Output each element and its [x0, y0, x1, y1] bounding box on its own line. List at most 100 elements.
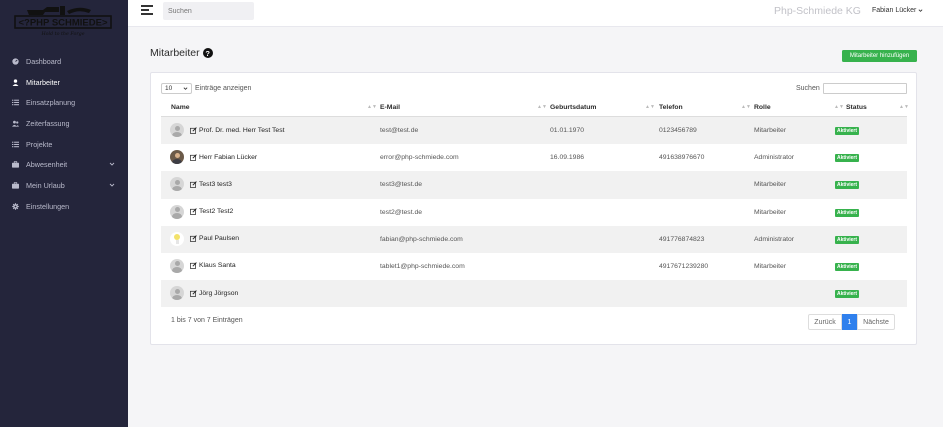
sidebar-item-einsatzplanung[interactable]: Einsatzplanung	[0, 92, 128, 113]
edit-icon[interactable]	[190, 181, 197, 188]
sidebar-item-zeiterfassung[interactable]: Zeiterfassung	[0, 113, 128, 134]
sidebar-item-label: Projekte	[26, 139, 53, 149]
name-cell: Prof. Dr. med. Herr Test Test	[170, 123, 285, 137]
gear-icon	[11, 202, 19, 210]
column-header-name[interactable]: Name	[171, 104, 190, 111]
sidebar-item-einstellungen[interactable]: Einstellungen	[0, 196, 128, 217]
column-header-phone[interactable]: Telefon	[659, 104, 683, 111]
column-header-role[interactable]: Rolle	[754, 104, 771, 111]
sort-icon: ▲▼	[645, 104, 655, 110]
sidebar-item-mein-urlaub[interactable]: Mein Urlaub	[0, 175, 128, 196]
user-icon	[11, 78, 19, 86]
page-title: Mitarbeiter ?	[150, 47, 213, 59]
employee-phone: 491776874823	[659, 235, 705, 243]
sidebar-item-label: Abwesenheit	[26, 160, 68, 170]
employee-name[interactable]: Herr Fabian Lücker	[199, 154, 257, 161]
sidebar-item-projekte[interactable]: Projekte	[0, 134, 128, 155]
table-row[interactable]: Prof. Dr. med. Herr Test Test test@test.…	[161, 117, 907, 145]
edit-icon[interactable]	[190, 126, 197, 134]
table-row[interactable]: Paul Paulsen fabian@php-schmiede.com 491…	[161, 225, 907, 253]
sidebar-item-label: Einsatzplanung	[26, 98, 76, 108]
status-badge: Aktiviert	[835, 235, 860, 244]
chevron-down-icon	[109, 163, 115, 167]
employee-name[interactable]: Test2 Test2	[199, 208, 233, 215]
name-cell: Test3 test3	[170, 177, 232, 192]
pagination-page-button[interactable]: 1	[842, 314, 857, 330]
employee-birthdate: 16.09.1986	[550, 154, 585, 162]
edit-icon[interactable]	[190, 208, 197, 215]
sidebar-item-dashboard[interactable]: Dashboard	[0, 51, 128, 72]
sort-icon: ▲▼	[834, 104, 844, 110]
hamburger-menu-icon[interactable]	[141, 5, 153, 17]
chevron-down-icon	[109, 183, 115, 187]
sidebar-item-abwesenheit[interactable]: Abwesenheit	[0, 154, 128, 175]
entries-length-control: 10 Einträge anzeigen	[161, 83, 251, 94]
employee-role: Mitarbeiter	[754, 127, 787, 134]
edit-icon[interactable]	[190, 235, 197, 243]
status-badge: Aktiviert	[835, 262, 860, 271]
edit-icon[interactable]	[190, 289, 197, 297]
help-icon[interactable]: ?	[202, 48, 213, 58]
avatar	[170, 123, 184, 137]
name-cell: Test2 Test2	[170, 204, 233, 219]
employee-name[interactable]: Jörg Jörgson	[199, 290, 238, 297]
php-schmiede-logo[interactable]: <?PHP SCHMIEDE> Hold to the Forge	[13, 4, 113, 38]
table-info: 1 bis 7 von 7 Einträgen	[171, 317, 243, 324]
user-menu[interactable]: Fabian Lücker	[872, 7, 923, 14]
dashboard-icon	[11, 57, 19, 65]
employee-email: tablet1@php-schmiede.com	[380, 262, 465, 270]
pagination: Zurück 1 Nächste	[808, 314, 895, 330]
avatar	[170, 204, 184, 219]
status-badge: Aktiviert	[835, 290, 860, 299]
edit-icon[interactable]	[190, 153, 197, 161]
status-badge: Aktiviert	[835, 181, 860, 190]
employee-name[interactable]: Test3 test3	[199, 181, 232, 188]
company-name: Php-Schmiede KG	[774, 5, 861, 17]
page-title-text: Mitarbeiter	[150, 47, 200, 59]
briefcase-icon	[11, 181, 19, 189]
chevron-down-icon	[918, 9, 923, 12]
table-row[interactable]: Herr Fabian Lücker error@php-schmiede.co…	[161, 144, 907, 171]
sort-icon: ▲▼	[367, 104, 377, 110]
pagination-next-button[interactable]: Nächste	[857, 314, 895, 330]
sidebar-item-label: Einstellungen	[26, 201, 70, 211]
table-row[interactable]: Klaus Santa tablet1@php-schmiede.com 491…	[161, 253, 907, 280]
search-input[interactable]	[163, 2, 254, 20]
entries-length-select[interactable]: 10	[161, 83, 192, 94]
employee-table-card: 10 Einträge anzeigen Suchen Name ▲▼ E-Ma…	[150, 72, 917, 345]
avatar	[170, 150, 184, 165]
topbar: Php-Schmiede KG Fabian Lücker	[128, 0, 943, 27]
sidebar-item-mitarbeiter[interactable]: Mitarbeiter	[0, 72, 128, 93]
employee-name[interactable]: Prof. Dr. med. Herr Test Test	[199, 127, 285, 134]
add-employee-button[interactable]: Mitarbeiter hinzufügen	[842, 50, 917, 62]
table-header: Name ▲▼ E-Mail ▲▼ Geburtsdatum ▲▼ Telefo…	[161, 99, 909, 117]
name-cell: Herr Fabian Lücker	[170, 150, 257, 165]
sidebar: <?PHP SCHMIEDE> Hold to the Forge Dashbo…	[0, 0, 128, 427]
edit-icon[interactable]	[190, 262, 197, 270]
employee-name[interactable]: Klaus Santa	[199, 262, 236, 269]
table-row[interactable]: Test3 test3 test3@test.de Mitarbeiter Ak…	[161, 171, 907, 199]
employee-email: test2@test.de	[380, 208, 423, 216]
employee-email: test3@test.de	[380, 181, 423, 189]
user-name: Fabian Lücker	[872, 7, 917, 14]
table-row[interactable]: Test2 Test2 test2@test.de Mitarbeiter Ak…	[161, 199, 907, 226]
briefcase-icon	[11, 161, 19, 169]
employee-email: test@test.de	[380, 127, 419, 134]
status-badge: Aktiviert	[835, 208, 860, 217]
column-header-status[interactable]: Status	[846, 104, 867, 111]
employee-email: fabian@php-schmiede.com	[380, 235, 463, 243]
column-header-email[interactable]: E-Mail	[380, 104, 400, 111]
table-search: Suchen	[796, 83, 907, 94]
sidebar-item-label: Mein Urlaub	[26, 180, 65, 190]
employee-name[interactable]: Paul Paulsen	[199, 235, 239, 242]
status-badge: Aktiviert	[835, 127, 860, 135]
pagination-prev-button[interactable]: Zurück	[808, 314, 842, 330]
name-cell: Klaus Santa	[170, 258, 236, 273]
column-header-birthdate[interactable]: Geburtsdatum	[550, 104, 596, 111]
avatar	[170, 286, 184, 301]
name-cell: Paul Paulsen	[170, 231, 239, 246]
employee-role: Mitarbeiter	[754, 262, 787, 270]
table-row[interactable]: Jörg Jörgson Aktiviert	[161, 280, 907, 308]
sort-icon: ▲▼	[899, 104, 909, 110]
table-search-input[interactable]	[822, 83, 907, 94]
